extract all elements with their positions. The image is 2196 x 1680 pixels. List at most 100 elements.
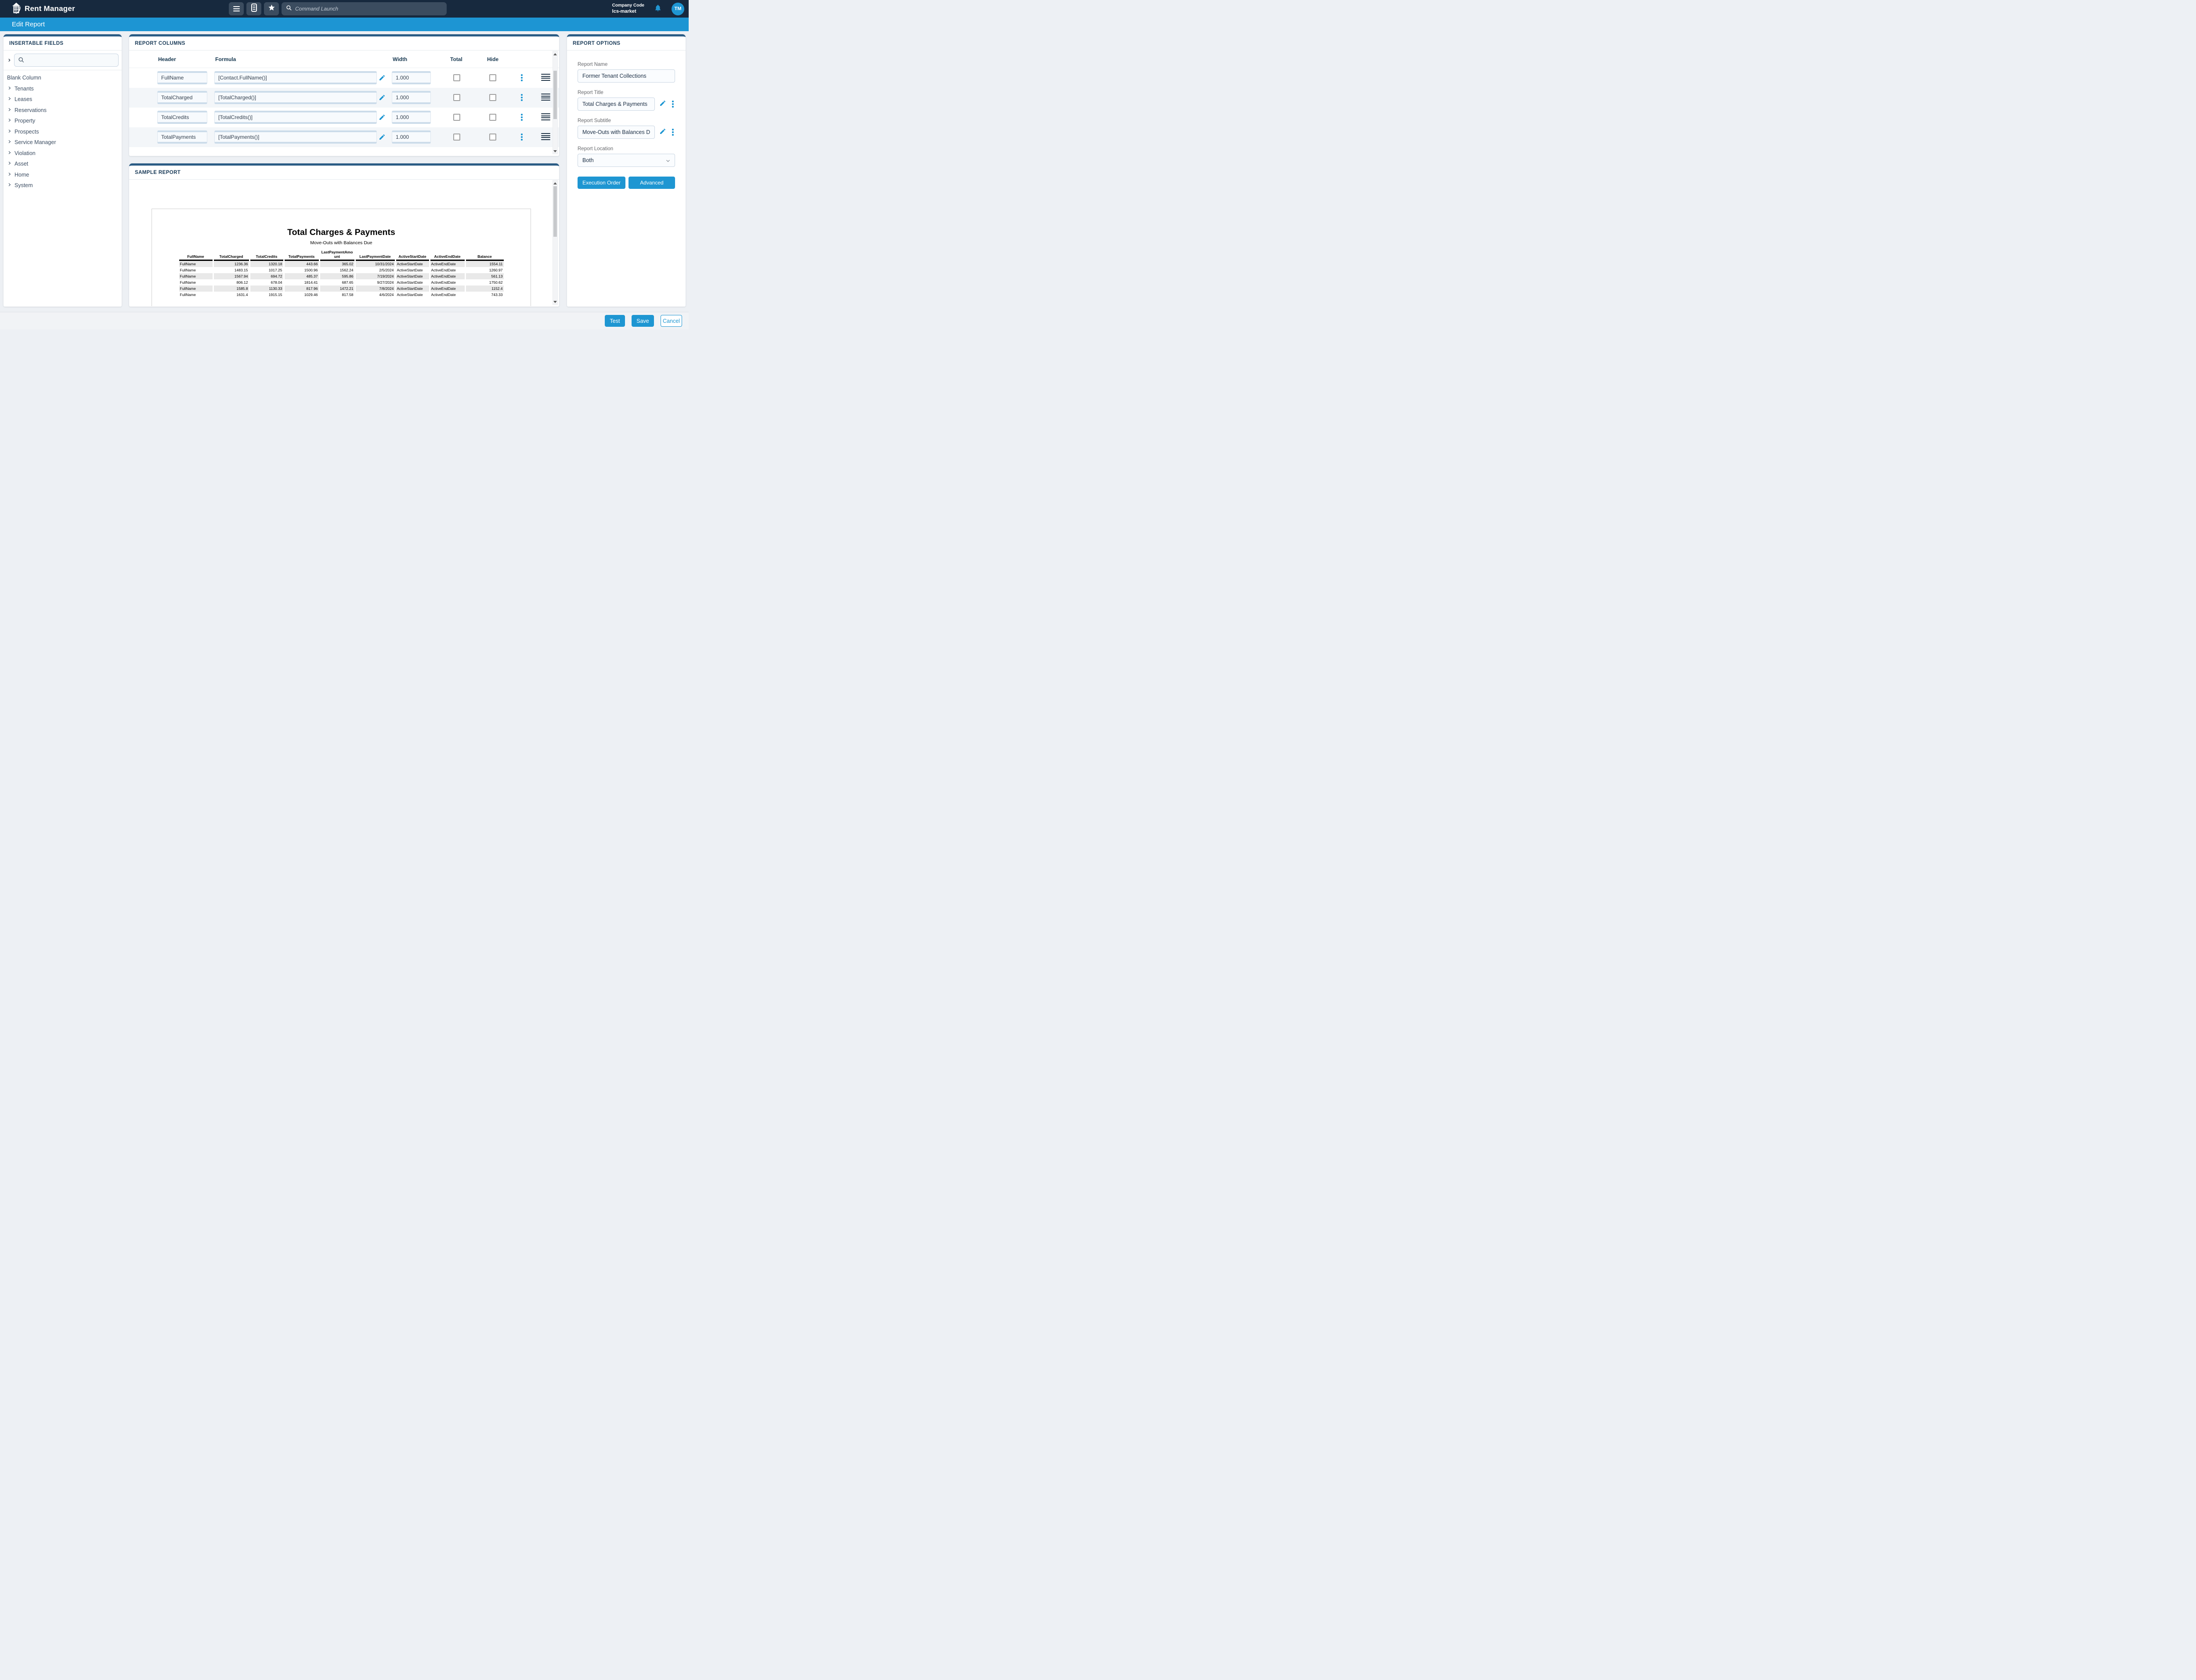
favorites-button[interactable] [264,2,279,15]
hide-checkbox[interactable] [489,114,496,121]
total-checkbox[interactable] [453,114,460,121]
advanced-button[interactable]: Advanced [628,177,675,189]
user-avatar[interactable]: TM [672,3,684,15]
edit-pencil-icon[interactable] [659,100,666,109]
scrollbar-thumb[interactable] [553,71,557,119]
sidebar-item-label: Reservations [14,107,47,113]
command-launch-input[interactable] [295,6,442,12]
sample-table-row: FullName1585.81130.33817.961472.217/8/20… [179,285,504,292]
total-checkbox[interactable] [453,94,460,101]
report-options-title: REPORT OPTIONS [567,36,686,51]
sidebar-item-property[interactable]: Property [4,116,122,126]
save-button[interactable]: Save [632,315,654,327]
chevron-right-icon [7,161,11,167]
scroll-down-arrow-icon[interactable] [553,149,557,153]
sidebar-item-blank-column[interactable]: Blank Column [4,72,122,83]
sample-table-cell: 443.66 [285,261,319,267]
kebab-menu-icon[interactable] [520,114,524,121]
insertable-fields-title: INSERTABLE FIELDS [4,36,122,51]
edit-pencil-icon[interactable] [379,114,386,123]
column-width-input[interactable] [392,71,431,84]
scroll-up-arrow-icon[interactable] [553,181,557,185]
drag-handle-icon[interactable] [541,94,550,101]
edit-pencil-icon[interactable] [659,128,666,137]
sample-table-cell: FullName [179,292,213,298]
report-subtitle-input[interactable] [578,126,655,139]
sample-table-cell: 1483.15 [214,267,249,273]
kebab-menu-icon[interactable] [520,94,524,101]
sidebar-item-violation[interactable]: Violation [4,148,122,159]
sample-table-cell: 10/31/2024 [356,261,395,267]
sidebar-item-label: Service Manager [14,139,56,145]
kebab-menu-icon[interactable] [520,134,524,141]
hide-checkbox[interactable] [489,74,496,81]
column-formula-input[interactable] [214,71,377,84]
hide-checkbox[interactable] [489,134,496,141]
sample-table-cell: 4/6/2024 [356,292,395,298]
sample-table-cell: 595.86 [320,273,354,279]
kebab-menu-icon[interactable] [671,101,675,108]
col-header-width: Width [393,56,407,62]
execution-order-button[interactable]: Execution Order [578,177,625,189]
column-header-input[interactable] [157,130,207,144]
col-header-header: Header [158,56,176,62]
sidebar-item-leases[interactable]: Leases [4,94,122,105]
collapse-panel-chevron-icon[interactable] [7,58,11,63]
total-checkbox[interactable] [453,134,460,141]
hide-checkbox[interactable] [489,94,496,101]
menu-button[interactable] [229,2,244,15]
sample-table-column-header: LastPaymentAmount [320,249,354,261]
sidebar-item-service-manager[interactable]: Service Manager [4,137,122,148]
scrollbar-thumb[interactable] [553,186,557,237]
column-formula-input[interactable] [214,111,377,124]
sidebar-item-tenants[interactable]: Tenants [4,83,122,94]
sidebar-item-system[interactable]: System [4,180,122,191]
sidebar-item-asset[interactable]: Asset [4,159,122,170]
sample-table-row: FullName1567.94694.72485.37595.867/19/20… [179,273,504,279]
sample-table-column-header: TotalPayments [285,249,319,261]
col-header-total: Total [450,56,462,62]
cancel-button[interactable]: Cancel [661,315,682,327]
total-checkbox[interactable] [453,74,460,81]
column-header-input[interactable] [157,91,207,104]
edit-pencil-icon[interactable] [379,134,386,143]
checklist-button[interactable] [246,2,261,15]
column-formula-input[interactable] [214,91,377,104]
report-columns-scrollbar[interactable] [553,51,558,154]
sample-table-cell: 7/19/2024 [356,273,395,279]
sample-table-cell: 365.02 [320,261,354,267]
drag-handle-icon[interactable] [541,113,550,120]
edit-pencil-icon[interactable] [379,74,386,83]
drag-handle-icon[interactable] [541,133,550,140]
kebab-menu-icon[interactable] [671,129,675,136]
sample-table-cell: 2/5/2024 [356,267,395,273]
column-formula-input[interactable] [214,130,377,144]
sample-table-cell: 743.33 [466,292,504,298]
report-title-input[interactable] [578,98,655,111]
report-name-input[interactable] [578,69,675,83]
scroll-up-arrow-icon[interactable] [553,52,557,56]
column-header-input[interactable] [157,71,207,84]
column-width-input[interactable] [392,91,431,104]
scroll-down-arrow-icon[interactable] [553,300,557,304]
column-width-input[interactable] [392,111,431,124]
col-header-formula: Formula [215,56,236,62]
sidebar-item-label: Blank Column [7,75,41,81]
edit-pencil-icon[interactable] [379,94,386,103]
test-button[interactable]: Test [605,315,625,327]
column-width-input[interactable] [392,130,431,144]
kebab-menu-icon[interactable] [520,74,524,81]
sample-table-cell: FullName [179,285,213,292]
sample-report-scrollbar[interactable] [553,180,558,305]
report-title-label: Report Title [578,90,675,95]
drag-handle-icon[interactable] [541,74,550,81]
sidebar-item-prospects[interactable]: Prospects [4,126,122,137]
sidebar-item-reservations[interactable]: Reservations [4,105,122,116]
fields-search-input[interactable] [14,54,119,67]
column-header-input[interactable] [157,111,207,124]
report-location-select[interactable]: Both [578,154,675,167]
notification-bell-icon[interactable] [654,4,662,14]
sidebar-item-home[interactable]: Home [4,170,122,181]
chevron-right-icon [7,86,11,92]
command-launch-searchbar[interactable] [282,2,447,15]
